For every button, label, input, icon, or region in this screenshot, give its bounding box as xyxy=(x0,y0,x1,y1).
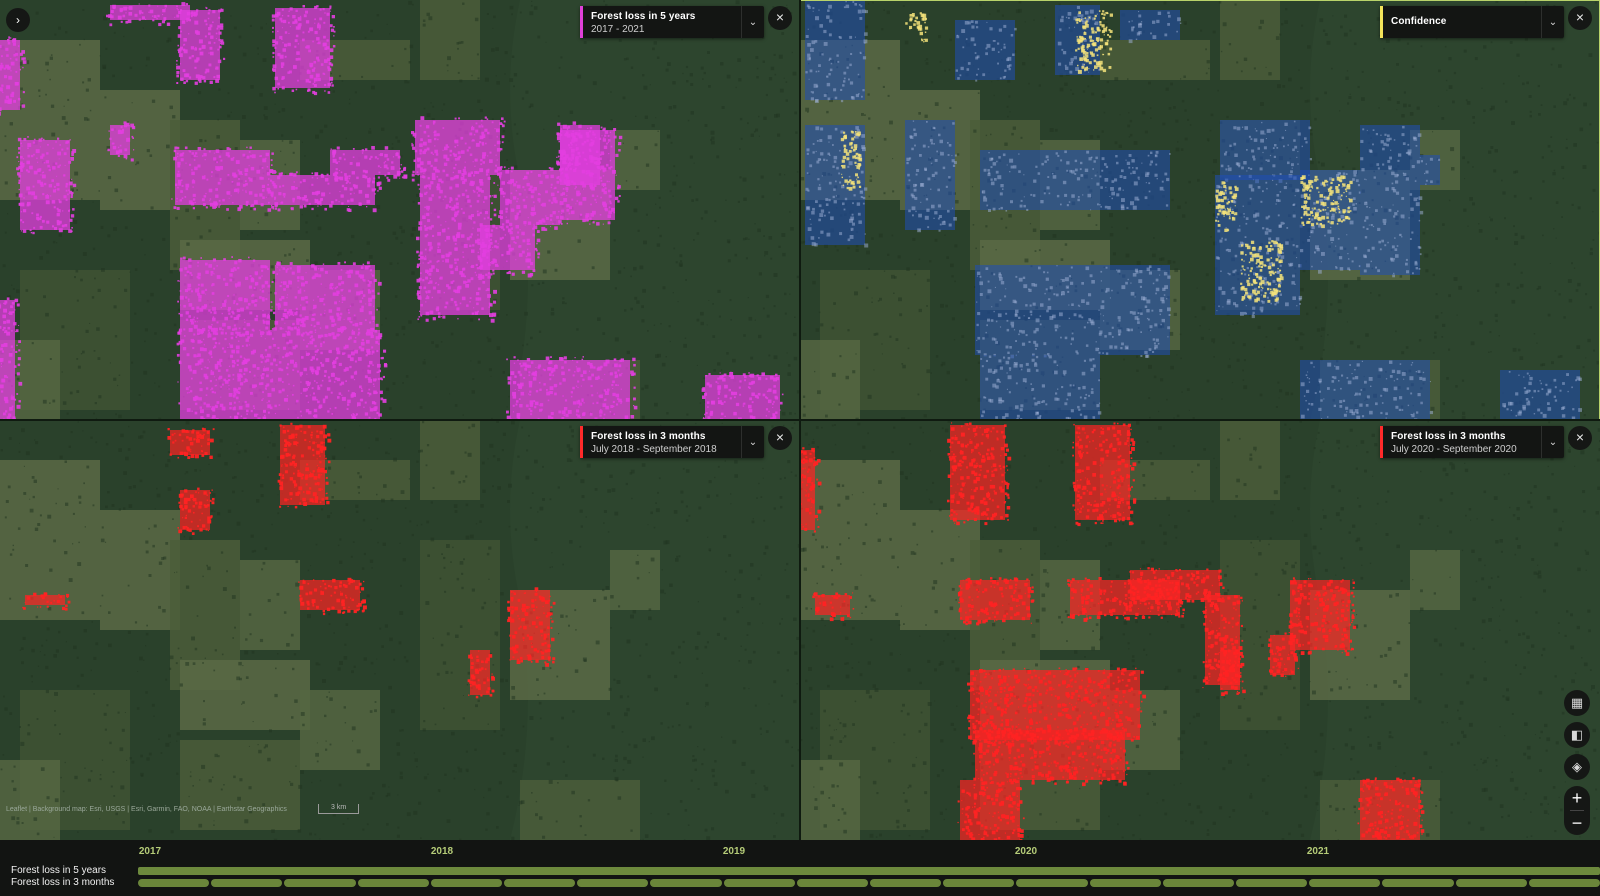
layer-title: Confidence xyxy=(1391,16,1447,27)
zoom-control: + − xyxy=(1564,786,1590,835)
close-panel-button[interactable]: × xyxy=(768,6,792,30)
satellite-basemap[interactable] xyxy=(0,0,800,420)
map-compare-app: › Forest loss in 5 years 2017 - 2021 ⌄ × … xyxy=(0,0,1600,896)
close-panel-button[interactable]: × xyxy=(1568,6,1592,30)
timeline-month-segment[interactable] xyxy=(1528,879,1600,887)
layer-date-range: July 2020 - September 2020 xyxy=(1391,444,1517,455)
timeline-month-segment[interactable] xyxy=(650,879,722,887)
layer-selector[interactable]: Confidence ⌄ xyxy=(1380,6,1564,38)
timeline-month-segment[interactable] xyxy=(723,879,795,887)
layer-date-range: 2017 - 2021 xyxy=(591,24,645,35)
map-panel-confidence[interactable]: Confidence ⌄ × xyxy=(800,0,1600,420)
map-panel-forest-loss-3-months-2018[interactable]: Forest loss in 3 months July 2018 - Septe… xyxy=(0,420,800,840)
layer-date-range: July 2018 - September 2018 xyxy=(591,444,717,455)
chevron-right-icon: › xyxy=(16,13,20,27)
chevron-down-icon[interactable]: ⌄ xyxy=(741,426,764,458)
timeline-row-label-5-years: Forest loss in 5 years xyxy=(11,865,107,876)
layers-button[interactable]: ◈ xyxy=(1564,754,1590,780)
timeline-year-2017: 2017 xyxy=(138,846,162,857)
timeline-month-segment[interactable] xyxy=(138,879,210,887)
close-icon: × xyxy=(1575,9,1585,25)
timeline-year-2019: 2019 xyxy=(722,846,746,857)
chevron-down-icon[interactable]: ⌄ xyxy=(741,6,764,38)
timeline-month-segment[interactable] xyxy=(357,879,429,887)
timeline-year-2018: 2018 xyxy=(430,846,454,857)
map-tools: ▦ ◧ ◈ + − xyxy=(1564,690,1592,835)
layer-title: Forest loss in 3 months xyxy=(1391,431,1506,442)
compare-view-button[interactable]: ◧ xyxy=(1564,722,1590,748)
close-panel-button[interactable]: × xyxy=(1568,426,1592,450)
zoom-out-button[interactable]: − xyxy=(1564,811,1590,835)
close-icon: × xyxy=(1575,429,1585,445)
satellite-basemap[interactable] xyxy=(800,420,1600,840)
close-panel-button[interactable]: × xyxy=(768,426,792,450)
grid-view-icon: ▦ xyxy=(1570,695,1584,710)
timeline-year-2020: 2020 xyxy=(1014,846,1038,857)
timeline-month-segment[interactable] xyxy=(1309,879,1381,887)
timeline-month-segment[interactable] xyxy=(796,879,869,887)
map-panel-forest-loss-3-months-2020[interactable]: Forest loss in 3 months July 2020 - Septe… xyxy=(800,420,1600,840)
timeline-month-segment[interactable] xyxy=(1382,879,1454,887)
timeline-month-segment[interactable] xyxy=(284,879,356,887)
close-icon: × xyxy=(775,9,785,25)
timeline-month-segment[interactable] xyxy=(211,879,283,887)
satellite-basemap[interactable] xyxy=(800,0,1600,420)
timeline-month-segment[interactable] xyxy=(504,879,576,887)
expand-sidebar-button[interactable]: › xyxy=(6,8,30,32)
layer-selector[interactable]: Forest loss in 3 months July 2020 - Septe… xyxy=(1380,426,1564,458)
timeline-month-segment[interactable] xyxy=(1455,879,1527,887)
timeline-month-segment[interactable] xyxy=(1016,879,1088,887)
timeline-month-segment[interactable] xyxy=(1089,879,1161,887)
timeline-track-5-years[interactable] xyxy=(138,867,1600,875)
timeline-month-segment[interactable] xyxy=(577,879,649,887)
grid-view-button[interactable]: ▦ xyxy=(1564,690,1590,716)
timeline-month-segment[interactable] xyxy=(430,879,503,887)
map-panel-forest-loss-5-years[interactable]: › Forest loss in 5 years 2017 - 2021 ⌄ × xyxy=(0,0,800,420)
timeline-bar: 2017 2018 2019 2020 2021 Forest loss in … xyxy=(0,840,1600,896)
timeline-month-segment[interactable] xyxy=(1162,879,1235,887)
satellite-basemap[interactable] xyxy=(0,420,800,840)
timeline-year-2021: 2021 xyxy=(1306,846,1330,857)
close-icon: × xyxy=(775,429,785,445)
map-scale-bar: 3 km xyxy=(318,804,360,814)
map-attribution[interactable]: Leaflet | Background map: Esri, USGS | E… xyxy=(6,806,287,813)
compare-view-icon: ◧ xyxy=(1570,727,1584,742)
panel-divider-horizontal xyxy=(0,419,1600,421)
timeline-month-segment[interactable] xyxy=(1236,879,1308,887)
layer-title: Forest loss in 5 years xyxy=(591,11,696,22)
timeline-month-segment[interactable] xyxy=(943,879,1015,887)
zoom-in-button[interactable]: + xyxy=(1564,786,1590,810)
timeline-row-label-3-months: Forest loss in 3 months xyxy=(11,877,115,888)
chevron-down-icon[interactable]: ⌄ xyxy=(1541,6,1564,38)
layers-icon: ◈ xyxy=(1572,759,1582,774)
chevron-down-icon[interactable]: ⌄ xyxy=(1541,426,1564,458)
timeline-month-segment[interactable] xyxy=(870,879,942,887)
layer-selector[interactable]: Forest loss in 3 months July 2018 - Septe… xyxy=(580,426,764,458)
layer-selector[interactable]: Forest loss in 5 years 2017 - 2021 ⌄ xyxy=(580,6,764,38)
timeline-track-3-months[interactable] xyxy=(138,879,1600,887)
layer-title: Forest loss in 3 months xyxy=(591,431,706,442)
